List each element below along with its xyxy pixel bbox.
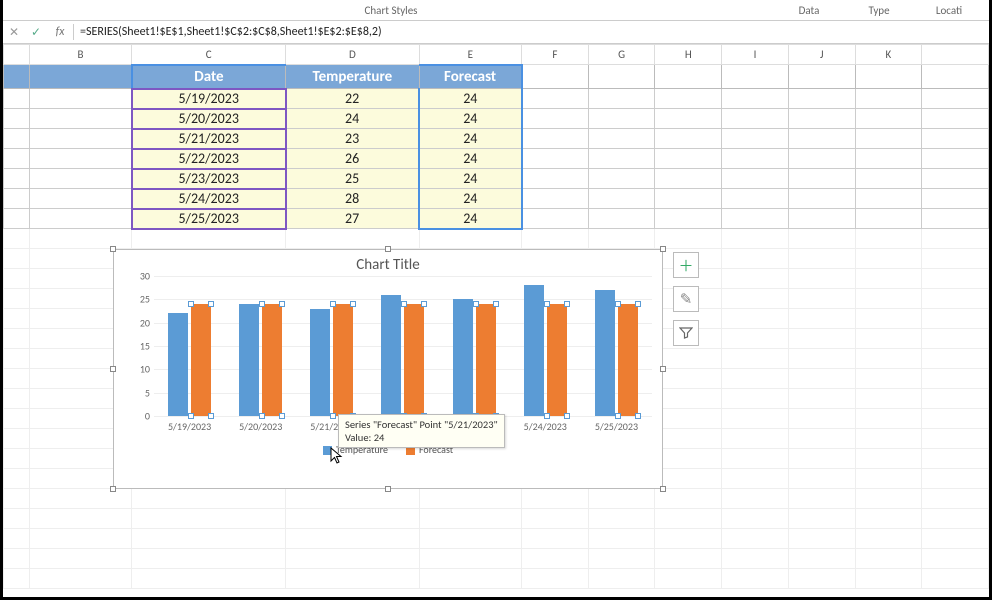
bar-group[interactable] [307, 304, 357, 416]
bar-forecast[interactable] [191, 304, 211, 416]
column-header[interactable]: F [522, 45, 589, 65]
formula-bar: ✕ ✓ fx =SERIES(Sheet1!$E$1,Sheet1!$C$2:$… [3, 20, 989, 44]
bar-temperature[interactable] [381, 295, 401, 416]
bar-forecast[interactable] [262, 304, 282, 416]
brush-icon: ✎ [680, 290, 693, 309]
chart-filters-button[interactable] [673, 320, 699, 346]
cell-temperature[interactable]: 23 [286, 129, 419, 149]
chart-plot-area[interactable]: 051015202530 [154, 276, 652, 416]
cell-forecast[interactable]: 24 [419, 189, 522, 209]
cell-temperature[interactable]: 26 [286, 149, 419, 169]
datapoint-tooltip: Series "Forecast" Point "5/21/2023" Valu… [338, 414, 505, 448]
plus-icon: ＋ [678, 255, 693, 276]
column-header[interactable] [4, 45, 30, 65]
ribbon-context-title: Chart Styles [3, 4, 779, 17]
bar-temperature[interactable] [453, 299, 473, 416]
cell-date[interactable]: 5/21/2023 [132, 129, 286, 149]
column-header[interactable] [922, 45, 989, 65]
cell-date[interactable]: 5/22/2023 [132, 149, 286, 169]
cell-forecast[interactable]: 24 [419, 209, 522, 229]
cell-forecast[interactable]: 24 [419, 89, 522, 109]
cell-forecast[interactable]: 24 [419, 109, 522, 129]
cell-date[interactable]: 5/24/2023 [132, 189, 286, 209]
cell-temperature[interactable]: 22 [286, 89, 419, 109]
cell-forecast[interactable]: 24 [419, 149, 522, 169]
cell-temperature[interactable]: 25 [286, 169, 419, 189]
column-header[interactable]: H [655, 45, 722, 65]
table-header-date[interactable]: Date [132, 65, 286, 89]
bar-group[interactable] [591, 290, 641, 416]
chart-styles-button[interactable]: ✎ [673, 286, 699, 312]
x-tick-label: 5/20/2023 [239, 420, 282, 433]
ribbon-label-type[interactable]: Type [849, 4, 909, 17]
bar-group[interactable] [378, 295, 428, 416]
column-header[interactable]: D [286, 45, 419, 65]
x-tick-label: 5/19/2023 [168, 420, 211, 433]
bar-temperature[interactable] [239, 304, 259, 416]
bar-forecast[interactable] [333, 304, 353, 416]
cancel-formula-icon[interactable]: ✕ [3, 25, 25, 40]
embedded-chart[interactable]: Chart Title 051015202530 [113, 249, 663, 489]
bar-forecast[interactable] [618, 304, 638, 416]
bar-temperature[interactable] [595, 290, 615, 416]
confirm-formula-icon[interactable]: ✓ [25, 25, 47, 40]
chart-y-axis: 051015202530 [126, 276, 152, 416]
fx-label[interactable]: fx [47, 25, 73, 39]
cell-forecast[interactable]: 24 [419, 169, 522, 189]
cell-temperature[interactable]: 28 [286, 189, 419, 209]
bar-temperature[interactable] [310, 309, 330, 416]
ribbon-label-location[interactable]: Locati [919, 4, 979, 17]
table-header-temperature[interactable]: Temperature [286, 65, 419, 89]
column-header[interactable]: G [588, 45, 655, 65]
column-header[interactable]: C [132, 45, 286, 65]
chart-elements-button[interactable]: ＋ [673, 252, 699, 278]
cell-temperature[interactable]: 27 [286, 209, 419, 229]
cell-date[interactable]: 5/19/2023 [132, 89, 286, 109]
x-tick-label: 5/24/2023 [524, 420, 567, 433]
cell-date[interactable]: 5/23/2023 [132, 169, 286, 189]
bar-group[interactable] [520, 285, 570, 416]
bar-group[interactable] [449, 299, 499, 416]
bar-forecast[interactable] [476, 304, 496, 416]
column-header[interactable]: B [29, 45, 132, 65]
cell-temperature[interactable]: 24 [286, 109, 419, 129]
bar-group[interactable] [236, 304, 286, 416]
bar-forecast[interactable] [404, 304, 424, 416]
funnel-icon [679, 326, 693, 340]
bar-forecast[interactable] [547, 304, 567, 416]
column-header[interactable]: E [419, 45, 522, 65]
ribbon-context-bar: Chart Styles Data Type Locati [3, 0, 989, 20]
bar-group[interactable] [165, 304, 215, 416]
cell-date[interactable]: 5/20/2023 [132, 109, 286, 129]
ribbon-label-data[interactable]: Data [779, 4, 839, 17]
table-header-forecast[interactable]: Forecast [419, 65, 522, 89]
column-header[interactable]: I [722, 45, 789, 65]
cell-forecast[interactable]: 24 [419, 129, 522, 149]
chart-title[interactable]: Chart Title [114, 250, 662, 276]
column-header[interactable]: J [788, 45, 855, 65]
x-tick-label: 5/25/2023 [595, 420, 638, 433]
bar-temperature[interactable] [524, 285, 544, 416]
column-header[interactable]: K [855, 45, 922, 65]
cell-date[interactable]: 5/25/2023 [132, 209, 286, 229]
formula-input[interactable]: =SERIES(Sheet1!$E$1,Sheet1!$C$2:$C$8,She… [74, 25, 989, 39]
bar-temperature[interactable] [168, 313, 188, 416]
